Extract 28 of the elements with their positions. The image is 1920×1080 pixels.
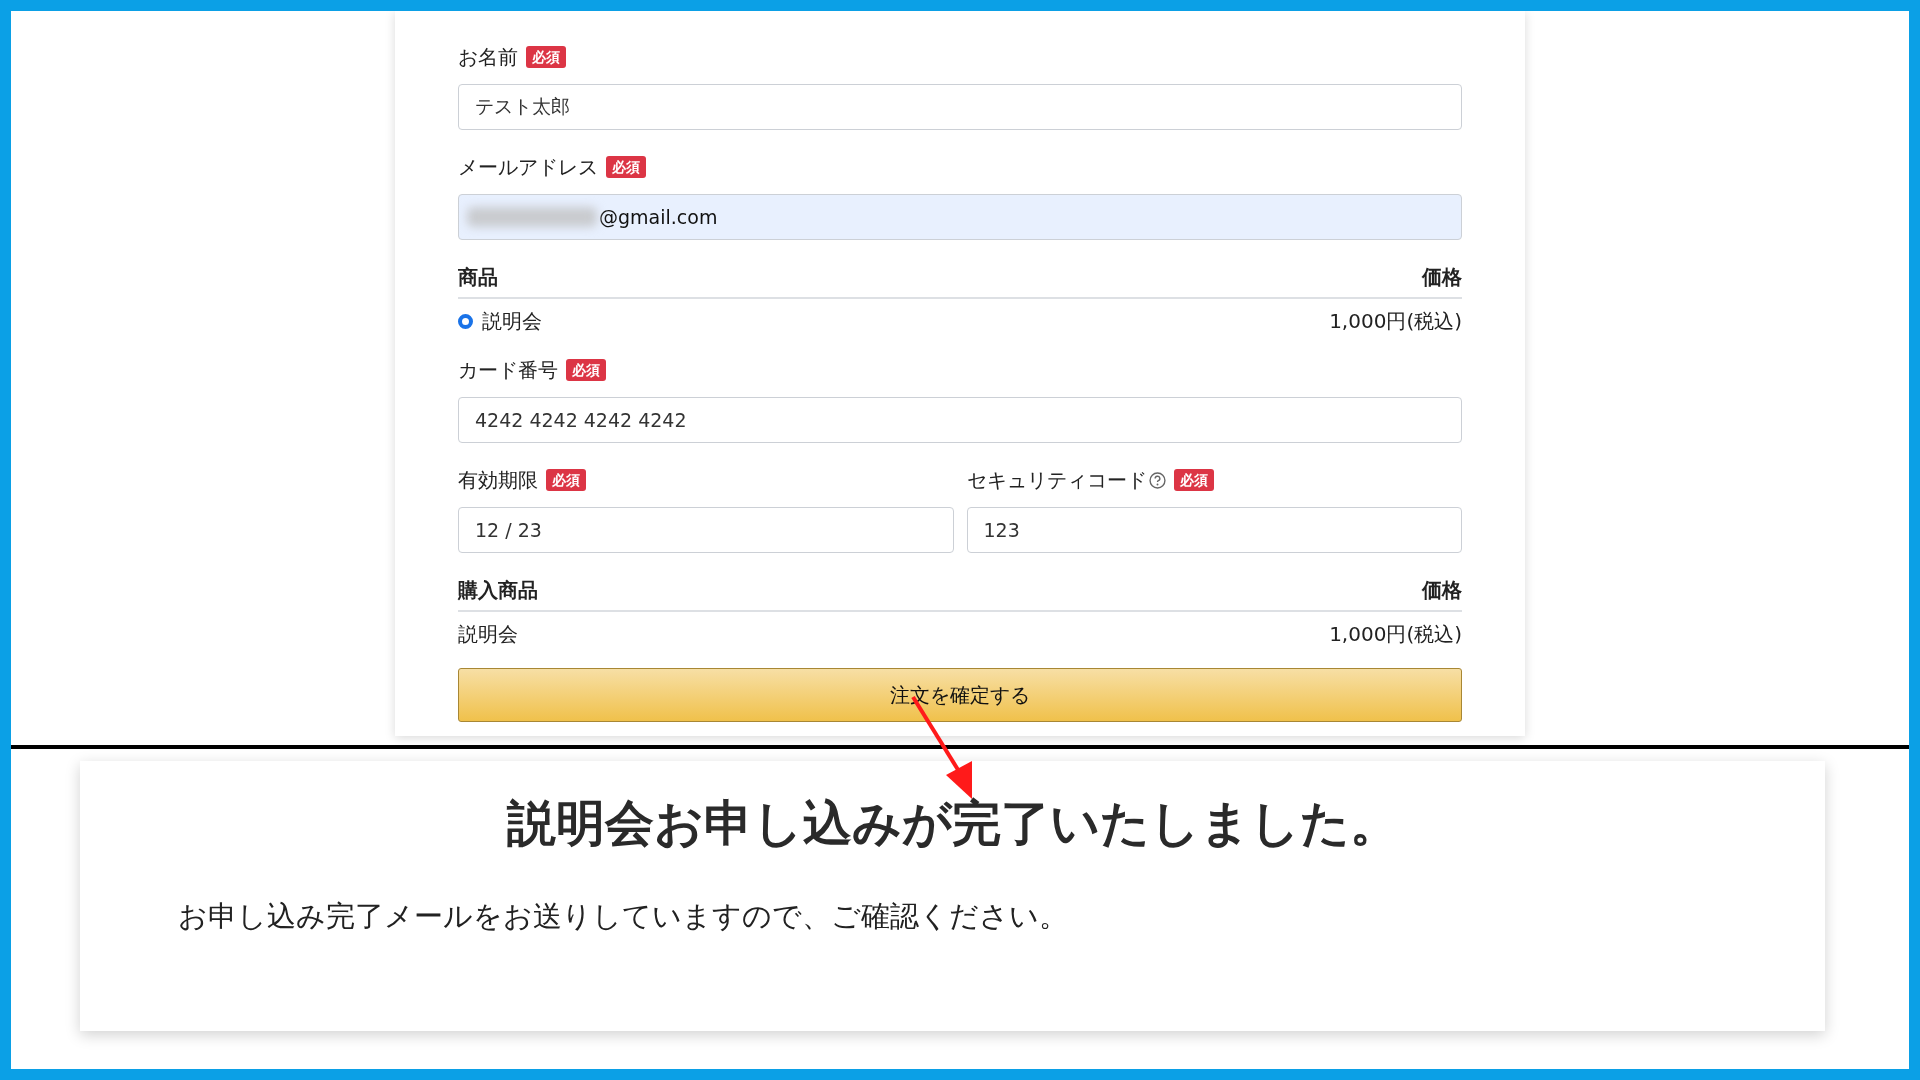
- field-label: お名前: [458, 43, 518, 71]
- price-text: 1,000円(税込): [1329, 307, 1462, 335]
- price-text: 1,000円(税込): [1329, 620, 1462, 648]
- required-badge: 必須: [566, 359, 606, 381]
- column-header: 価格: [1422, 264, 1462, 291]
- column-header: 購入商品: [458, 577, 538, 604]
- help-icon[interactable]: [1148, 471, 1166, 489]
- product-option[interactable]: 説明会: [458, 307, 542, 335]
- column-header: 商品: [458, 264, 498, 291]
- field-label: セキュリティコード: [966, 466, 1147, 494]
- required-badge: 必須: [526, 46, 566, 68]
- field-label: メールアドレス: [458, 153, 598, 181]
- radio-button[interactable]: [458, 313, 473, 329]
- completion-message: お申し込み完了メールをお送りしていますので、ご確認ください。: [178, 898, 1069, 935]
- column-header: 価格: [1422, 577, 1462, 604]
- email-input[interactable]: @gmail.com: [458, 194, 1462, 240]
- name-input[interactable]: テスト太郎: [458, 84, 1462, 130]
- security-code-input[interactable]: 123: [966, 507, 1462, 553]
- expiry-input[interactable]: 12 / 23: [458, 507, 954, 553]
- field-label: カード番号: [458, 356, 558, 384]
- completion-title: 説明会お申し込みが完了いたしました。: [505, 794, 1400, 854]
- required-badge: 必須: [546, 469, 586, 491]
- required-badge: 必須: [606, 156, 646, 178]
- confirm-order-button[interactable]: 注文を確定する: [458, 668, 1462, 722]
- required-badge: 必須: [1173, 469, 1214, 491]
- field-label: 有効期限: [458, 466, 538, 494]
- item-text: 説明会: [458, 620, 518, 648]
- card-number-input[interactable]: 4242 4242 4242 4242: [458, 397, 1462, 443]
